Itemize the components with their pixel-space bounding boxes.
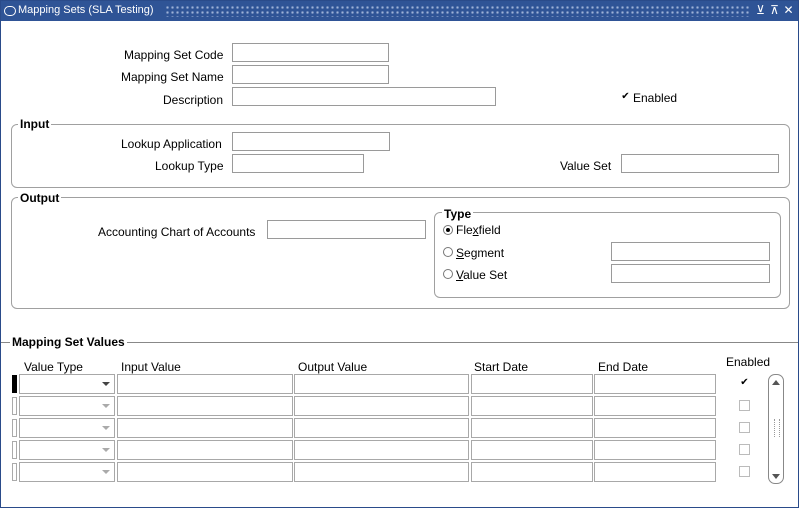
column-header-output-value: Output Value xyxy=(298,360,368,374)
input-value-cell[interactable] xyxy=(117,374,293,394)
minimize-icon[interactable]: ⊻ xyxy=(754,3,767,18)
column-header-end-date: End Date xyxy=(598,360,649,374)
input-value-cell[interactable] xyxy=(117,440,293,460)
column-header-start-date: Start Date xyxy=(474,360,529,374)
row-enabled-checkbox[interactable] xyxy=(739,444,750,455)
radio-segment[interactable] xyxy=(443,247,453,257)
output-value-cell[interactable] xyxy=(294,396,469,416)
input-value-cell[interactable] xyxy=(117,418,293,438)
mapping-set-code-label: Mapping Set Code xyxy=(124,48,224,62)
value-type-select[interactable] xyxy=(19,374,115,394)
row-indicator[interactable] xyxy=(12,419,17,437)
end-date-cell[interactable] xyxy=(594,374,716,394)
end-date-cell[interactable] xyxy=(594,462,716,482)
mapping-set-code-field[interactable] xyxy=(232,43,389,62)
radio-value-set[interactable] xyxy=(443,269,453,279)
value-set-option-label: Value Set xyxy=(456,268,508,282)
output-value-cell[interactable] xyxy=(294,374,469,394)
maximize-icon[interactable]: ⊼ xyxy=(768,3,781,18)
output-value-cell[interactable] xyxy=(294,462,469,482)
end-date-cell[interactable] xyxy=(594,396,716,416)
accounting-coa-label: Accounting Chart of Accounts xyxy=(98,225,256,239)
scroll-thumb-grip-icon[interactable] xyxy=(774,419,780,437)
chevron-down-icon xyxy=(102,382,110,386)
start-date-cell[interactable] xyxy=(471,418,593,438)
type-group-title: Type xyxy=(442,207,474,221)
lookup-type-field[interactable] xyxy=(232,154,364,173)
input-group-title: Input xyxy=(18,117,52,131)
segment-option-label: Segment xyxy=(456,246,505,260)
mapping-set-name-field[interactable] xyxy=(232,65,389,84)
column-header-value-type: Value Type xyxy=(24,360,83,374)
enabled-checkbox[interactable]: ✔ xyxy=(620,92,631,103)
output-value-cell[interactable] xyxy=(294,440,469,460)
mapping-set-values-title: Mapping Set Values xyxy=(10,335,127,349)
row-indicator[interactable] xyxy=(12,397,17,415)
output-group-title: Output xyxy=(18,191,62,205)
value-set-label: Value Set xyxy=(560,159,612,173)
value-type-select[interactable] xyxy=(19,440,115,460)
mapping-sets-window: Mapping Sets (SLA Testing) ⊻ ⊼ ✕ Mapping… xyxy=(0,0,799,508)
start-date-cell[interactable] xyxy=(471,374,593,394)
chevron-down-icon xyxy=(102,404,110,408)
value-set-field[interactable] xyxy=(621,154,779,173)
row-enabled-checkbox[interactable]: ✔ xyxy=(739,378,750,389)
enabled-label: Enabled xyxy=(633,91,678,105)
row-enabled-checkbox[interactable] xyxy=(739,400,750,411)
end-date-cell[interactable] xyxy=(594,440,716,460)
chevron-down-icon xyxy=(102,448,110,452)
description-field[interactable] xyxy=(232,87,496,106)
type-value-set-field[interactable] xyxy=(611,264,770,283)
column-header-enabled: Enabled xyxy=(726,355,771,369)
start-date-cell[interactable] xyxy=(471,396,593,416)
row-indicator[interactable] xyxy=(12,375,17,393)
radio-flexfield[interactable] xyxy=(443,225,453,235)
row-indicator[interactable] xyxy=(12,463,17,481)
window-menu-icon[interactable] xyxy=(4,6,16,16)
close-icon[interactable]: ✕ xyxy=(782,3,795,18)
scroll-down-icon[interactable] xyxy=(772,474,780,479)
start-date-cell[interactable] xyxy=(471,440,593,460)
lookup-application-field[interactable] xyxy=(232,132,390,151)
title-bar[interactable]: Mapping Sets (SLA Testing) ⊻ ⊼ ✕ xyxy=(1,1,798,21)
segment-field[interactable] xyxy=(611,242,770,261)
window-title: Mapping Sets (SLA Testing) xyxy=(18,4,154,16)
end-date-cell[interactable] xyxy=(594,418,716,438)
output-value-cell[interactable] xyxy=(294,418,469,438)
accounting-coa-field[interactable] xyxy=(267,220,426,239)
flexfield-option-label: Flexfield xyxy=(456,223,501,237)
mapping-set-name-label: Mapping Set Name xyxy=(121,70,224,84)
row-indicator[interactable] xyxy=(12,441,17,459)
row-enabled-checkbox[interactable] xyxy=(739,466,750,477)
value-type-select[interactable] xyxy=(19,418,115,438)
column-header-input-value: Input Value xyxy=(121,360,181,374)
lookup-application-label: Lookup Application xyxy=(121,137,222,151)
start-date-cell[interactable] xyxy=(471,462,593,482)
scroll-up-icon[interactable] xyxy=(772,380,780,385)
chevron-down-icon xyxy=(102,470,110,474)
value-type-select[interactable] xyxy=(19,396,115,416)
row-enabled-checkbox[interactable] xyxy=(739,422,750,433)
value-type-select[interactable] xyxy=(19,462,115,482)
chevron-down-icon xyxy=(102,426,110,430)
input-value-cell[interactable] xyxy=(117,462,293,482)
input-value-cell[interactable] xyxy=(117,396,293,416)
rows-scrollbar[interactable] xyxy=(768,374,784,484)
description-label: Description xyxy=(163,93,224,107)
lookup-type-label: Lookup Type xyxy=(155,159,224,173)
title-bar-pattern xyxy=(165,5,750,17)
